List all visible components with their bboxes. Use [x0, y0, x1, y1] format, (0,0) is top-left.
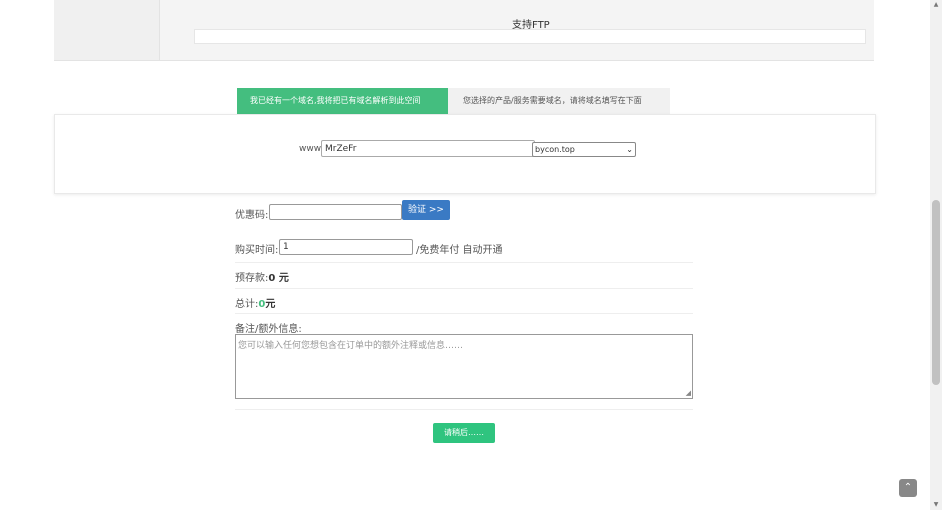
resize-handle-icon[interactable]: ◢	[686, 389, 691, 397]
top-panel-left-column	[54, 0, 160, 60]
purchase-time-suffix: /免费年付 自动开通	[416, 245, 503, 256]
divider	[235, 262, 693, 263]
notes-textarea[interactable]: 您可以输入任何您想包含在订单中的额外注释或信息…… ◢	[235, 334, 693, 399]
notes-placeholder: 您可以输入任何您想包含在订单中的额外注释或信息……	[238, 341, 464, 351]
top-panel-inner-box	[194, 29, 866, 44]
divider	[235, 288, 693, 289]
scroll-down-arrow-icon[interactable]: ▼	[932, 501, 940, 509]
back-to-top-icon[interactable]: ⌃	[899, 479, 917, 497]
tld-selected-value: bycon.top	[535, 145, 575, 154]
tab-register-domain[interactable]: 您选择的产品/服务需要域名，请将域名填写在下面	[448, 88, 670, 114]
verify-coupon-button[interactable]: 验证 >>	[402, 200, 450, 220]
total-row: 总计:0元	[235, 295, 275, 310]
notes-label: 备注/额外信息:	[235, 324, 302, 335]
scroll-up-arrow-icon[interactable]: ▲	[932, 1, 940, 9]
domain-option-tabs: 我已经有一个域名,我将把已有域名解析到此空间 您选择的产品/服务需要域名，请将域…	[237, 88, 670, 114]
domain-input[interactable]	[321, 140, 535, 157]
divider	[235, 409, 693, 410]
top-panel: 支持FTP	[54, 0, 874, 61]
total-unit: 元	[265, 299, 276, 310]
purchase-time-label: 购买时间:	[235, 245, 279, 256]
purchase-time-input[interactable]	[279, 239, 413, 255]
www-prefix-label: www.	[299, 144, 324, 154]
coupon-input[interactable]	[269, 204, 402, 220]
total-label: 总计:	[235, 299, 259, 310]
tld-select[interactable]: bycon.top ⌄	[532, 142, 636, 157]
divider	[235, 313, 693, 314]
page-scrollbar[interactable]: ▲ ▼	[930, 0, 942, 510]
tab-existing-domain[interactable]: 我已经有一个域名,我将把已有域名解析到此空间	[237, 88, 448, 114]
coupon-label: 优惠码:	[235, 210, 269, 221]
chevron-down-icon: ⌄	[626, 145, 633, 154]
deposit-amount: 0 元	[268, 273, 289, 284]
domain-panel: www. bycon.top ⌄	[54, 114, 876, 194]
submit-order-button[interactable]: 请稍后……	[433, 423, 495, 443]
deposit-row: 预存款:0 元	[235, 269, 289, 284]
scrollbar-thumb[interactable]	[932, 200, 940, 385]
deposit-label: 预存款:	[235, 273, 269, 284]
